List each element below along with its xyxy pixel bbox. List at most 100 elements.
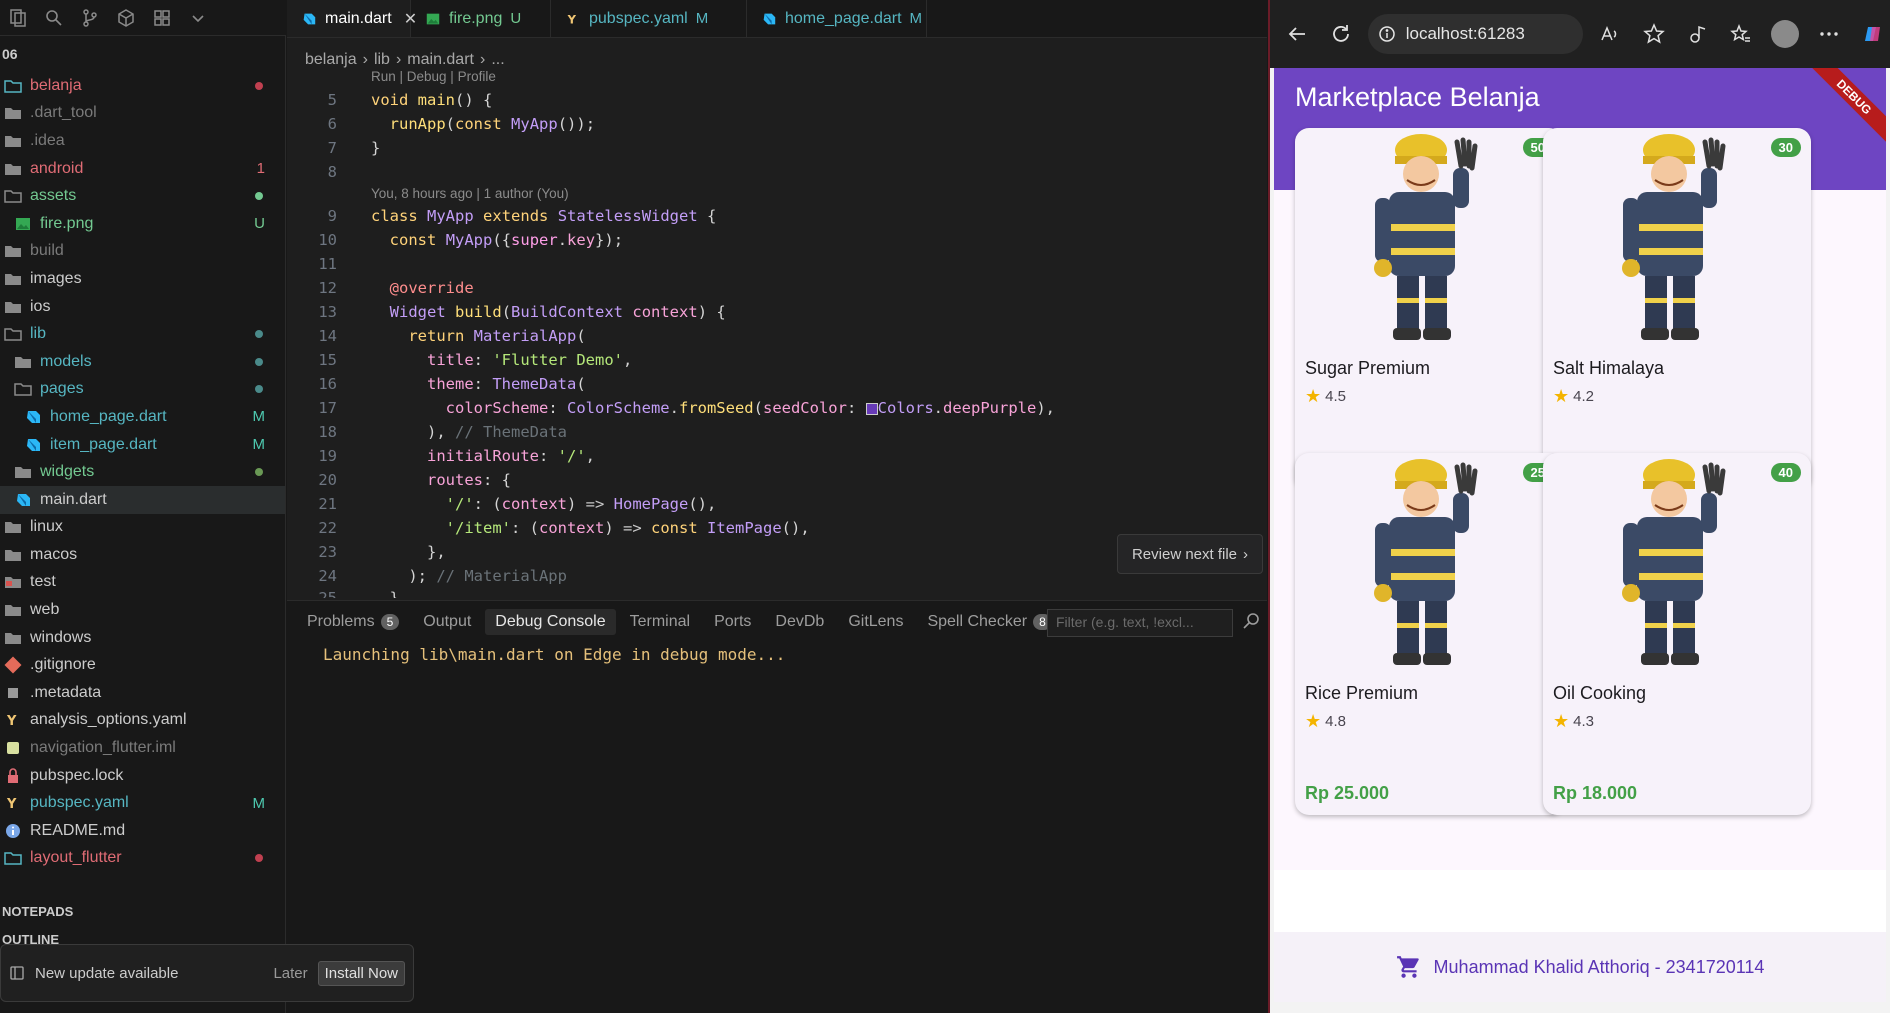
tree-item-assets[interactable]: assets xyxy=(0,182,285,210)
review-next-file-button[interactable]: Review next file › xyxy=(1117,534,1263,574)
git-status-badge: M xyxy=(252,436,266,454)
chevron-down-icon[interactable] xyxy=(180,0,216,36)
tab-label: main.dart xyxy=(325,9,392,27)
explorer-icon[interactable] xyxy=(0,0,36,36)
tree-item-widgets[interactable]: widgets xyxy=(0,458,285,486)
panel-tab[interactable]: GitLens xyxy=(838,609,913,635)
breadcrumb-separator: › xyxy=(362,51,368,68)
tree-item-label: widgets xyxy=(40,463,95,481)
extensions-icon[interactable] xyxy=(108,0,144,36)
folder-test-icon xyxy=(4,573,22,591)
tree-item-build[interactable]: build xyxy=(0,238,285,266)
tree-item-navigation-flutter-iml[interactable]: navigation_flutter.iml xyxy=(0,734,285,762)
panel-tab[interactable]: DevDb xyxy=(765,609,834,635)
tree-item-label: belanja xyxy=(30,76,82,94)
notepads-section[interactable]: NOTEPADS xyxy=(2,904,73,919)
panel-tab-label: DevDb xyxy=(775,613,825,630)
tree-item-label: ios xyxy=(30,297,51,315)
tree-item-pubspec-yaml[interactable]: Ypubspec.yaml M xyxy=(0,789,285,817)
app-footer: Muhammad Khalid Atthoriq - 2341720114 xyxy=(1274,932,1886,1002)
favorite-star-icon[interactable] xyxy=(1637,17,1671,51)
codelens-run[interactable]: Run | Debug | Profile xyxy=(371,68,496,86)
tree-item-macos[interactable]: macos xyxy=(0,541,285,569)
panel-tab[interactable]: Terminal xyxy=(620,609,700,635)
product-card[interactable]: 40 Oil Cooking ★ 4.3 Rp 18.000 xyxy=(1543,453,1811,815)
search-icon[interactable] xyxy=(1242,611,1262,631)
tree-item-linux[interactable]: linux xyxy=(0,514,285,542)
panel-tab-label: Ports xyxy=(714,613,752,630)
tree-item-lib[interactable]: lib xyxy=(0,320,285,348)
panel-tab[interactable]: Spell Checker 8 xyxy=(917,609,1061,635)
tree-item--dart-tool[interactable]: .dart_tool xyxy=(0,100,285,128)
tree-item-readme-md[interactable]: README.md xyxy=(0,817,285,845)
tree-item-label: README.md xyxy=(30,821,126,839)
product-rating: ★ 4.2 xyxy=(1553,386,1594,407)
tree-item-layout-flutter[interactable]: layout_flutter xyxy=(0,845,285,873)
extensions-icon[interactable] xyxy=(1681,17,1715,51)
product-card[interactable]: 30 Salt Himalaya ★ 4.2 Rp 8.000 xyxy=(1543,128,1811,490)
profile-avatar[interactable] xyxy=(1768,17,1802,51)
search-icon[interactable] xyxy=(36,0,72,36)
line-number: 17 xyxy=(318,399,337,417)
tree-item-ios[interactable]: ios xyxy=(0,293,285,321)
count-badge: 5 xyxy=(380,614,400,630)
read-aloud-icon[interactable] xyxy=(1593,17,1627,51)
info-icon xyxy=(1378,26,1395,42)
tree-item-main-dart[interactable]: main.dart xyxy=(0,485,285,514)
tree-item-analysis-options-yaml[interactable]: Yanalysis_options.yaml xyxy=(0,707,285,735)
tree-item-test[interactable]: test xyxy=(0,569,285,597)
address-bar[interactable]: localhost:61283 xyxy=(1367,14,1583,54)
source-control-icon[interactable] xyxy=(72,0,108,36)
editor-tab[interactable]: main.dart ✕ xyxy=(287,0,417,37)
rating-value: 4.5 xyxy=(1325,388,1346,405)
svg-text:Y: Y xyxy=(6,797,17,812)
bell-icon xyxy=(10,966,24,980)
tree-item-web[interactable]: web xyxy=(0,596,285,624)
editor-tab[interactable]: home_page.dart M xyxy=(747,0,927,37)
breadcrumb-item[interactable]: main.dart xyxy=(407,51,474,69)
product-rating: ★ 4.8 xyxy=(1305,711,1346,732)
back-icon[interactable] xyxy=(1280,17,1314,51)
copilot-icon[interactable] xyxy=(1856,17,1890,51)
panel-tab-label: Output xyxy=(423,613,472,630)
panel-tab[interactable]: Debug Console xyxy=(485,609,616,635)
tree-item-item-page-dart[interactable]: item_page.dart M xyxy=(0,431,285,459)
install-now-button[interactable]: Install Now xyxy=(317,960,405,986)
tree-item-models[interactable]: models xyxy=(0,348,285,376)
panel-tab[interactable]: Ports xyxy=(704,609,761,635)
tab-label: home_page.dart xyxy=(785,9,902,27)
tree-item--gitignore[interactable]: .gitignore xyxy=(0,651,285,679)
tree-item-belanja[interactable]: belanja xyxy=(0,72,285,100)
tree-item-pubspec-lock[interactable]: pubspec.lock xyxy=(0,762,285,790)
tree-item--idea[interactable]: .idea xyxy=(0,127,285,155)
tree-item-fire-png[interactable]: fire.png U xyxy=(0,210,285,238)
tree-item-pages[interactable]: pages xyxy=(0,376,285,404)
breadcrumb-item[interactable]: lib xyxy=(374,51,390,69)
tree-item--metadata[interactable]: .metadata xyxy=(0,679,285,707)
panel-tab[interactable]: Problems 5 xyxy=(297,609,409,635)
breadcrumb-item[interactable]: ... xyxy=(491,51,504,69)
code-area[interactable]: Run | Debug | Profile 5 void main() { 6 r… xyxy=(287,69,1267,598)
editor-tab[interactable]: fire.png U xyxy=(411,0,551,37)
panel-tab[interactable]: Output xyxy=(413,609,481,635)
console-filter-input[interactable]: Filter (e.g. text, !excl... xyxy=(1047,609,1233,637)
product-name: Oil Cooking xyxy=(1553,683,1647,703)
tree-item-windows[interactable]: windows xyxy=(0,624,285,652)
breadcrumb-item[interactable]: belanja xyxy=(305,51,357,69)
tree-item-home-page-dart[interactable]: home_page.dart M xyxy=(0,403,285,431)
more-menu-icon[interactable] xyxy=(1812,17,1846,51)
editor-tab[interactable]: Ypubspec.yaml M xyxy=(551,0,747,37)
tab-modifier: U xyxy=(510,10,522,27)
tree-item-android[interactable]: android 1 xyxy=(0,155,285,183)
later-button[interactable]: Later xyxy=(273,965,307,982)
codelens-blame[interactable]: You, 8 hours ago | 1 author (You) xyxy=(371,184,569,204)
tree-item-images[interactable]: images xyxy=(0,265,285,293)
product-card[interactable]: 25 Rice Premium ★ 4.8 Rp 25.000 xyxy=(1295,453,1563,815)
grid-icon[interactable] xyxy=(144,0,180,36)
product-card[interactable]: 50 Sugar Premium ★ 4.5 Rp 15.000 xyxy=(1295,128,1563,490)
status-dot xyxy=(255,81,263,90)
review-next-file-label: Review next file xyxy=(1131,545,1238,563)
favorites-icon[interactable] xyxy=(1724,17,1758,51)
refresh-icon[interactable] xyxy=(1324,17,1358,51)
url-text: localhost:61283 xyxy=(1405,24,1525,43)
